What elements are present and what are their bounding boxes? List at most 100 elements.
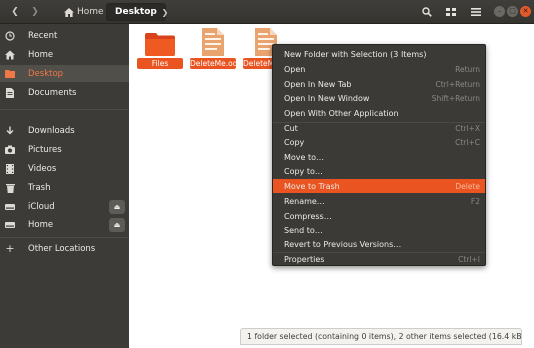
file-item-document[interactable]: DeleteMe.odt (190, 28, 241, 80)
sidebar-item-desktop[interactable]: Desktop (0, 65, 129, 82)
menu-item-open-in-new-tab[interactable]: Open In New Tab Ctrl+Return (273, 77, 485, 91)
sidebar-item-label: Recent (28, 30, 58, 41)
context-menu: New Folder with Selection (3 Items) Open… (272, 44, 486, 266)
file-name: Files (137, 58, 183, 69)
menu-item-label: Open (284, 64, 306, 74)
sidebar-item-label: Trash (28, 182, 51, 193)
view-options-button[interactable] (440, 3, 462, 21)
home-icon (5, 50, 15, 60)
menu-item-open-with-other-application[interactable]: Open With Other Application (273, 106, 485, 120)
sidebar-item-home[interactable]: Home (0, 46, 129, 63)
menu-item-shortcut: Ctrl+I (458, 254, 480, 264)
menu-item-shortcut: F2 (470, 196, 480, 206)
eject-button[interactable]: ⏏ (109, 217, 125, 232)
chevron-left-icon: ❮ (11, 7, 19, 17)
close-button[interactable]: ✕ (520, 6, 531, 17)
file-item-folder[interactable]: Files (137, 30, 183, 74)
menu-icon (471, 8, 481, 16)
breadcrumb-more-button[interactable]: ❯ (159, 3, 171, 21)
drive-icon (5, 220, 15, 230)
eject-button[interactable]: ⏏ (109, 199, 125, 214)
menu-item-label: Open In New Window (284, 93, 370, 103)
minimize-icon: – (497, 7, 502, 15)
document-icon (202, 28, 224, 56)
maximize-icon: □ (509, 7, 516, 15)
breadcrumb-home[interactable]: Home (59, 3, 110, 21)
menu-item-shortcut: Ctrl+X (455, 123, 480, 133)
sidebar: Recent Home Desktop Documents Downloads (0, 24, 129, 348)
maximize-button[interactable]: □ (507, 6, 518, 17)
sidebar-item-trash[interactable]: Trash (0, 179, 129, 196)
minimize-button[interactable]: – (494, 6, 505, 17)
sidebar-item-downloads[interactable]: Downloads (0, 122, 129, 139)
plus-icon: + (5, 242, 15, 255)
menu-item-label: Revert to Previous Versions… (284, 239, 402, 249)
menu-item-label: Compress… (284, 211, 332, 221)
menu-item-shortcut: Ctrl+Return (435, 79, 480, 89)
menu-item-label: Open With Other Application (284, 108, 399, 118)
menu-item-label: Move to… (284, 152, 325, 162)
camera-icon (5, 145, 15, 155)
file-manager-window: ❮ ❯ Home Desktop ❯ – □ ✕ Recent Home Des… (0, 0, 534, 348)
menu-item-shortcut: Shift+Return (431, 93, 480, 103)
menu-item-shortcut: Return (455, 64, 480, 74)
menu-item-label: Rename… (284, 196, 325, 206)
menu-item-move-to-trash[interactable]: Move to Trash Delete (273, 179, 485, 193)
menu-item-label: Cut (284, 123, 298, 133)
sidebar-item-home-drive[interactable]: Home ⏏ (0, 216, 129, 233)
folder-icon (145, 33, 175, 56)
menu-item-properties[interactable]: Properties Ctrl+I (273, 252, 485, 266)
menu-item-label: Copy (284, 137, 305, 147)
menu-item-shortcut: Delete (455, 181, 480, 191)
back-button[interactable]: ❮ (5, 3, 25, 21)
menu-item-compress[interactable]: Compress… (273, 209, 485, 223)
sidebar-item-label: Downloads (28, 125, 75, 136)
sidebar-item-label: Documents (28, 87, 77, 98)
file-name: DeleteMe.odt (190, 58, 241, 69)
sidebar-item-videos[interactable]: Videos (0, 160, 129, 177)
menu-item-move-to[interactable]: Move to… (273, 150, 485, 164)
sidebar-item-documents[interactable]: Documents (0, 84, 129, 101)
breadcrumb-desktop[interactable]: Desktop (106, 3, 166, 21)
view-options-icon (446, 8, 456, 16)
download-icon (5, 126, 15, 136)
menu-item-label: Move to Trash (284, 181, 340, 191)
sidebar-item-label: Other Locations (28, 243, 96, 254)
breadcrumb-home-label: Home (77, 7, 104, 17)
sidebar-item-label: iCloud (28, 201, 55, 212)
sidebar-item-label: Desktop (28, 68, 64, 79)
menu-item-copy[interactable]: Copy Ctrl+C (273, 135, 485, 149)
menu-item-label: Copy to… (284, 166, 323, 176)
menu-item-copy-to[interactable]: Copy to… (273, 164, 485, 178)
menu-item-revert-to-previous-versions[interactable]: Revert to Previous Versions… (273, 237, 485, 251)
menu-item-send-to[interactable]: Send to… (273, 223, 485, 237)
search-icon (422, 7, 432, 17)
document-icon (5, 87, 15, 98)
menu-item-label: New Folder with Selection (3 Items) (284, 49, 427, 59)
breadcrumb-desktop-label: Desktop (115, 7, 157, 17)
menu-item-open-in-new-window[interactable]: Open In New Window Shift+Return (273, 91, 485, 105)
status-text: 1 folder selected (containing 0 items), … (247, 332, 522, 341)
chevron-right-icon: ❯ (31, 7, 39, 17)
menu-item-cut[interactable]: Cut Ctrl+X (273, 121, 485, 135)
menu-item-open[interactable]: Open Return (273, 62, 485, 76)
sidebar-divider (0, 237, 129, 238)
sidebar-divider (0, 109, 129, 110)
selection-status-bar: 1 folder selected (containing 0 items), … (240, 328, 522, 345)
sidebar-item-pictures[interactable]: Pictures (0, 141, 129, 158)
eject-icon: ⏏ (113, 220, 121, 229)
sidebar-item-label: Home (28, 49, 54, 60)
sidebar-item-icloud[interactable]: iCloud ⏏ (0, 198, 129, 215)
sidebar-item-label: Videos (28, 163, 57, 174)
menu-item-label: Send to… (284, 225, 323, 235)
sidebar-item-recent[interactable]: Recent (0, 27, 129, 44)
menu-item-rename[interactable]: Rename… F2 (273, 194, 485, 208)
forward-button[interactable]: ❯ (25, 3, 45, 21)
eject-icon: ⏏ (113, 202, 121, 211)
main-menu-button[interactable] (465, 3, 487, 21)
menu-item-new-folder-with-selection[interactable]: New Folder with Selection (3 Items) (273, 47, 485, 61)
sidebar-item-other-locations[interactable]: + Other Locations (0, 240, 129, 257)
close-icon: ✕ (522, 7, 529, 15)
search-button[interactable] (416, 3, 438, 21)
menu-item-shortcut: Ctrl+C (455, 137, 480, 147)
